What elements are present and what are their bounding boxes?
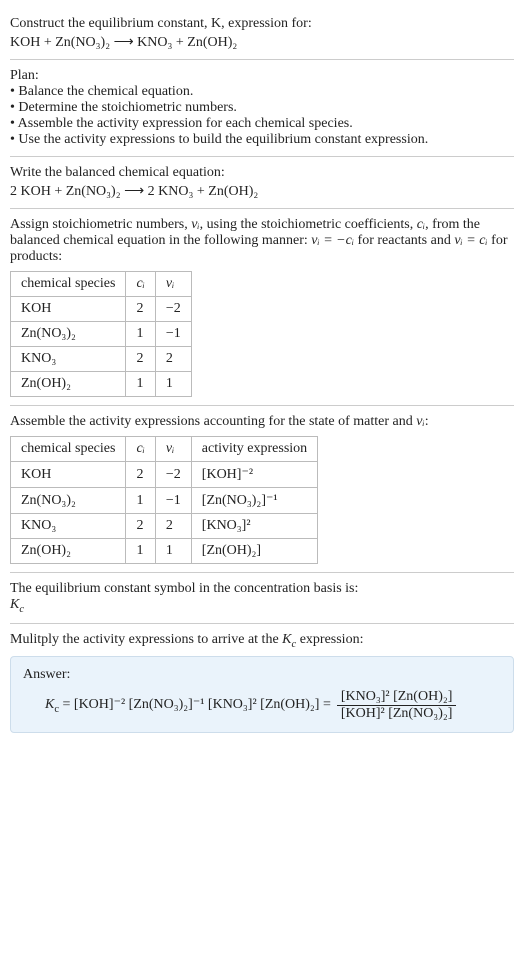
- multiply-heading: Mulitply the activity expressions to arr…: [10, 632, 514, 650]
- cell-species: KOH: [11, 462, 126, 488]
- cell-ci: 2: [126, 462, 155, 488]
- cell-vi: −1: [155, 322, 191, 347]
- cell-species: Zn(OH)₂: [11, 372, 126, 397]
- table-row: Zn(OH)₂ 1 1: [11, 372, 192, 397]
- relation-reactants: νᵢ = −cᵢ: [311, 233, 354, 248]
- cell-species: KNO₃: [11, 514, 126, 539]
- stoich-text: Assign stoichiometric numbers,: [10, 217, 191, 232]
- table-row: KOH 2 −2 [KOH]⁻²: [11, 462, 318, 488]
- kc-basis-section: The equilibrium constant symbol in the c…: [10, 573, 514, 624]
- kc-fraction: [KNO₃]² [Zn(OH)₂] [KOH]² [Zn(NO₃)₂]: [337, 689, 457, 722]
- col-species: chemical species: [11, 272, 126, 297]
- cell-activity: [KOH]⁻²: [191, 462, 317, 488]
- unbalanced-equation: KOH + Zn(NO₃)₂ ⟶ KNO₃ + Zn(OH)₂: [10, 32, 514, 51]
- intro-prompt: Construct the equilibrium constant, K, e…: [10, 16, 514, 32]
- cell-vi: 2: [155, 347, 191, 372]
- col-ci: cᵢ: [126, 272, 155, 297]
- cell-vi: −2: [155, 297, 191, 322]
- cell-species: Zn(NO₃)₂: [11, 488, 126, 514]
- cell-vi: 2: [155, 514, 191, 539]
- table-row: Zn(NO₃)₂ 1 −1 [Zn(NO₃)₂]⁻¹: [11, 488, 318, 514]
- cell-vi: 1: [155, 372, 191, 397]
- activity-section: Assemble the activity expressions accoun…: [10, 406, 514, 573]
- cell-ci: 1: [126, 322, 155, 347]
- plan-section: Plan: • Balance the chemical equation. •…: [10, 60, 514, 157]
- table-row: Zn(OH)₂ 1 1 [Zn(OH)₂]: [11, 539, 318, 564]
- table-row: KOH 2 −2: [11, 297, 192, 322]
- intro-section: Construct the equilibrium constant, K, e…: [10, 8, 514, 60]
- table-row: KNO₃ 2 2: [11, 347, 192, 372]
- stoich-text: for reactants and: [354, 233, 454, 248]
- plan-item: • Determine the stoichiometric numbers.: [10, 100, 514, 116]
- balanced-heading: Write the balanced chemical equation:: [10, 165, 514, 181]
- col-ci: cᵢ: [126, 437, 155, 462]
- multiply-text: expression:: [296, 632, 363, 647]
- cell-vi: 1: [155, 539, 191, 564]
- cell-vi: −2: [155, 462, 191, 488]
- table-header-row: chemical species cᵢ νᵢ: [11, 272, 192, 297]
- plan-heading: Plan:: [10, 68, 514, 84]
- c-symbol: cᵢ: [417, 217, 425, 232]
- stoich-heading: Assign stoichiometric numbers, νᵢ, using…: [10, 217, 514, 265]
- table-header-row: chemical species cᵢ νᵢ activity expressi…: [11, 437, 318, 462]
- cell-ci: 2: [126, 297, 155, 322]
- cell-vi: −1: [155, 488, 191, 514]
- plan-item: • Use the activity expressions to build …: [10, 132, 514, 148]
- stoich-table: chemical species cᵢ νᵢ KOH 2 −2 Zn(NO₃)₂…: [10, 271, 192, 397]
- activity-text: :: [425, 414, 429, 429]
- intro-prompt-text: Construct the equilibrium constant, K, e…: [10, 16, 312, 31]
- cell-species: KOH: [11, 297, 126, 322]
- kc-basis-heading: The equilibrium constant symbol in the c…: [10, 581, 514, 597]
- stoich-text: , using the stoichiometric coefficients,: [200, 217, 417, 232]
- cell-ci: 2: [126, 514, 155, 539]
- nu-symbol: νᵢ: [191, 217, 199, 232]
- balanced-section: Write the balanced chemical equation: 2 …: [10, 157, 514, 209]
- cell-ci: 1: [126, 372, 155, 397]
- activity-table: chemical species cᵢ νᵢ activity expressi…: [10, 436, 318, 564]
- col-species: chemical species: [11, 437, 126, 462]
- plan-item: • Balance the chemical equation.: [10, 84, 514, 100]
- answer-block: Answer: Kc = [KOH]⁻² [Zn(NO₃)₂]⁻¹ [KNO₃]…: [10, 656, 514, 733]
- nu-symbol: νᵢ: [416, 414, 424, 429]
- cell-ci: 1: [126, 539, 155, 564]
- kc-inline: Kc: [282, 632, 296, 647]
- kc-numerator: [KNO₃]² [Zn(OH)₂]: [337, 689, 457, 706]
- plan-item: • Assemble the activity expression for e…: [10, 116, 514, 132]
- cell-species: KNO₃: [11, 347, 126, 372]
- table-row: KNO₃ 2 2 [KNO₃]²: [11, 514, 318, 539]
- cell-species: Zn(OH)₂: [11, 539, 126, 564]
- cell-ci: 1: [126, 488, 155, 514]
- col-vi: νᵢ: [155, 272, 191, 297]
- cell-activity: [KNO₃]²: [191, 514, 317, 539]
- kc-expression: Kc = [KOH]⁻² [Zn(NO₃)₂]⁻¹ [KNO₃]² [Zn(OH…: [23, 689, 501, 722]
- answer-label: Answer:: [23, 667, 501, 683]
- kc-denominator: [KOH]² [Zn(NO₃)₂]: [337, 706, 457, 722]
- cell-ci: 2: [126, 347, 155, 372]
- col-vi: νᵢ: [155, 437, 191, 462]
- cell-activity: [Zn(OH)₂]: [191, 539, 317, 564]
- col-activity: activity expression: [191, 437, 317, 462]
- relation-products: νᵢ = cᵢ: [454, 233, 487, 248]
- table-row: Zn(NO₃)₂ 1 −1: [11, 322, 192, 347]
- multiply-text: Mulitply the activity expressions to arr…: [10, 632, 282, 647]
- cell-species: Zn(NO₃)₂: [11, 322, 126, 347]
- balanced-equation: 2 KOH + Zn(NO₃)₂ ⟶ 2 KNO₃ + Zn(OH)₂: [10, 181, 514, 200]
- activity-text: Assemble the activity expressions accoun…: [10, 414, 416, 429]
- multiply-section: Mulitply the activity expressions to arr…: [10, 624, 514, 741]
- cell-activity: [Zn(NO₃)₂]⁻¹: [191, 488, 317, 514]
- kc-lhs: Kc = [KOH]⁻² [Zn(NO₃)₂]⁻¹ [KNO₃]² [Zn(OH…: [45, 696, 331, 715]
- kc-symbol: Kc: [10, 597, 514, 615]
- stoich-section: Assign stoichiometric numbers, νᵢ, using…: [10, 209, 514, 406]
- activity-heading: Assemble the activity expressions accoun…: [10, 414, 514, 430]
